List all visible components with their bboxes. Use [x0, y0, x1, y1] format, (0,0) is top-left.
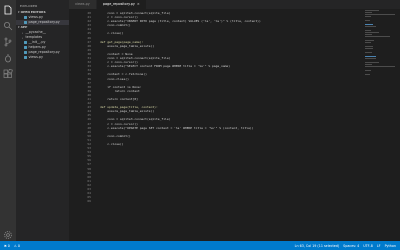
minimap-line: [365, 24, 374, 25]
python-file-icon: [24, 55, 27, 59]
line-number-gutter: 20 21 22 23 24 25 26 27 28 29 30 31 32 33 34 35 36 37 38 39…: [69, 11, 93, 203]
language-mode[interactable]: Python: [385, 244, 396, 248]
tab-page-repository[interactable]: page_repository.py ×: [96, 0, 147, 9]
code-line[interactable]: [100, 199, 320, 203]
python-file-icon: [24, 50, 27, 54]
minimap-line: [365, 20, 370, 21]
search-icon[interactable]: [3, 21, 13, 31]
tab-views[interactable]: views.py: [69, 0, 97, 9]
minimap[interactable]: [365, 10, 395, 75]
minimap-line: [365, 66, 395, 67]
python-file-icon: [24, 15, 27, 19]
errors-status[interactable]: ✖ 0: [4, 244, 10, 248]
cursor-position[interactable]: Ln 63, Col 19 (11 selected): [295, 244, 340, 248]
editor-tabs: views.py page_repository.py ×: [69, 0, 400, 9]
chevron-right-icon: ›: [22, 30, 24, 35]
chevron-right-icon: ›: [22, 35, 24, 40]
minimap-line: [365, 40, 375, 41]
source-control-icon[interactable]: [3, 37, 13, 47]
minimap-line: [365, 36, 391, 37]
minimap-line: [365, 14, 395, 15]
minimap-line: [365, 48, 373, 49]
code-editor[interactable]: conn = sqlite3.connect(sqlite_file) c = …: [100, 11, 320, 203]
settings-gear-icon[interactable]: [3, 230, 13, 240]
minimap-line: [365, 70, 371, 71]
minimap-line: [365, 12, 373, 13]
line-number: 66: [87, 199, 91, 204]
files-icon[interactable]: [3, 5, 13, 15]
explorer-title: EXPLORER: [20, 4, 38, 8]
explorer-sidebar: EXPLORER ▾ OPEN EDITORS views.py page_re…: [16, 0, 69, 241]
python-file-icon: [24, 45, 27, 49]
python-file-icon: [24, 40, 27, 44]
activity-bar: [0, 0, 16, 241]
minimap-line: [365, 56, 377, 57]
minimap-line: [365, 74, 370, 75]
minimap-line: [365, 32, 379, 33]
file-tree-item[interactable]: views.py: [16, 55, 69, 60]
status-bar: ✖ 0 ⚠ 0 Ln 63, Col 19 (11 selected) Spac…: [0, 241, 400, 250]
encoding-status[interactable]: UTF-8: [363, 244, 373, 248]
warnings-status[interactable]: ⚠ 0: [14, 244, 20, 248]
minimap-line: [365, 64, 373, 65]
minimap-line: [365, 52, 373, 53]
editor-area: views.py page_repository.py × 20 21 22 23 24 2…: [69, 0, 400, 241]
extensions-icon[interactable]: [3, 69, 13, 79]
debug-icon[interactable]: [3, 53, 13, 63]
minimap-line: [365, 58, 376, 59]
indentation-status[interactable]: Spaces: 4: [343, 244, 359, 248]
line-ending-status[interactable]: LF: [377, 244, 381, 248]
minimap-line: [365, 42, 371, 43]
minimap-line: [365, 34, 373, 35]
minimap-line: [365, 30, 372, 31]
minimap-line: [365, 62, 379, 63]
close-icon[interactable]: ×: [137, 0, 140, 9]
minimap-line: [365, 10, 379, 11]
minimap-line: [365, 16, 371, 17]
python-file-icon: [24, 20, 27, 24]
minimap-line: [365, 26, 376, 27]
minimap-line: [365, 46, 374, 47]
